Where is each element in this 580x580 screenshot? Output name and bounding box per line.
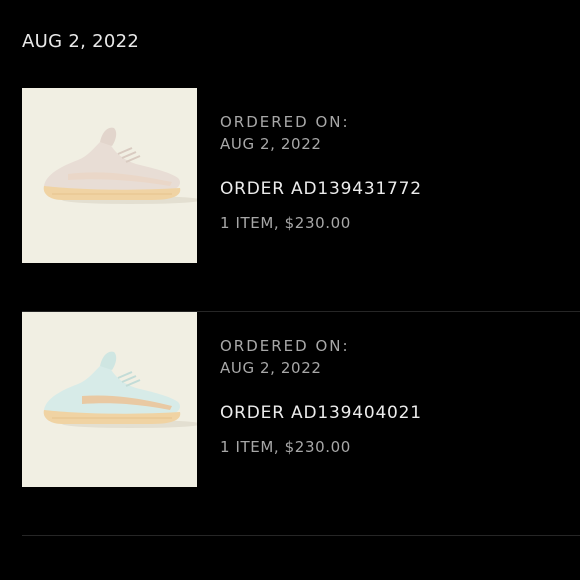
order-date-group-header: AUG 2, 2022 <box>22 31 140 52</box>
order-summary: 1 ITEM, $230.00 <box>220 438 351 456</box>
ordered-on-date: AUG 2, 2022 <box>220 359 322 377</box>
ordered-on-label: ORDERED ON: <box>220 113 350 131</box>
order-info: ORDERED ON: AUG 2, 2022 ORDER AD13940402… <box>220 336 422 457</box>
product-thumbnail[interactable] <box>22 88 197 263</box>
order-card[interactable]: ORDERED ON: AUG 2, 2022 ORDER AD13940402… <box>0 312 580 536</box>
ordered-on-date: AUG 2, 2022 <box>220 135 322 153</box>
divider <box>22 535 580 536</box>
order-card[interactable]: ORDERED ON: AUG 2, 2022 ORDER AD13943177… <box>0 88 580 312</box>
sneaker-image <box>43 127 197 204</box>
order-number[interactable]: ORDER AD139404021 <box>220 402 422 424</box>
order-info: ORDERED ON: AUG 2, 2022 ORDER AD13943177… <box>220 112 422 233</box>
product-thumbnail[interactable] <box>22 312 197 487</box>
sneaker-image <box>43 351 197 428</box>
ordered-on-label: ORDERED ON: <box>220 337 350 355</box>
order-number[interactable]: ORDER AD139431772 <box>220 178 422 200</box>
order-summary: 1 ITEM, $230.00 <box>220 214 351 232</box>
